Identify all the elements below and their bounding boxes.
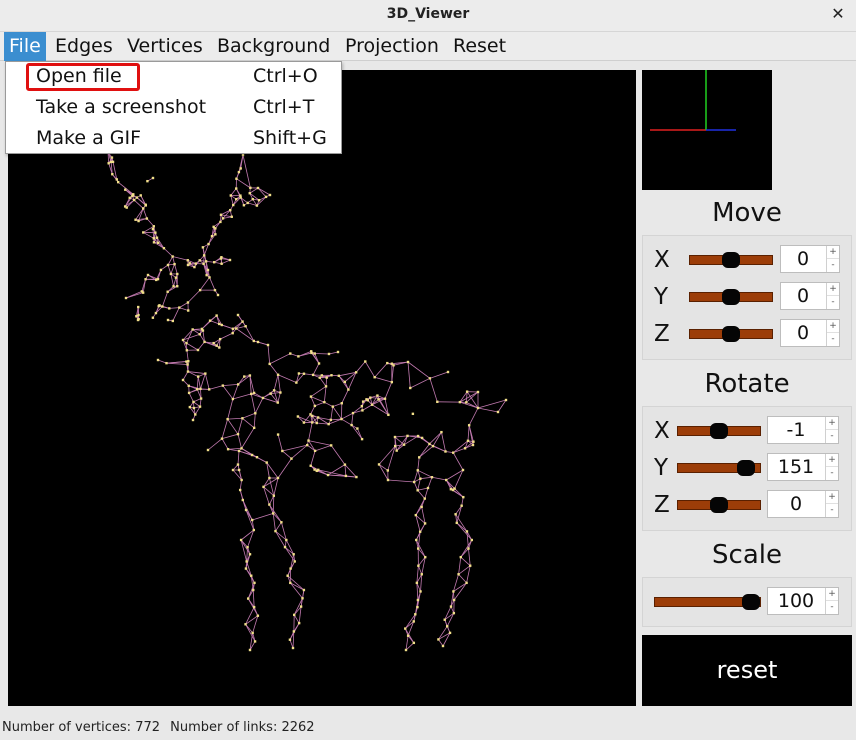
increment-icon[interactable]: + — [826, 417, 838, 430]
axis-label: X — [654, 247, 670, 273]
menu-item-label: Make a GIF — [36, 127, 142, 149]
mesh-edges — [107, 151, 507, 651]
spinbox-value: 151 — [777, 456, 815, 478]
menu-vertices[interactable]: Vertices — [122, 32, 208, 61]
reset-button[interactable]: reset — [642, 635, 852, 706]
spinbox-value: 0 — [796, 248, 810, 270]
rotate-z-slider[interactable] — [677, 497, 761, 513]
spinbox-value: 0 — [796, 322, 810, 344]
increment-icon[interactable]: + — [826, 588, 838, 601]
scale-title: Scale — [712, 540, 782, 570]
menu-reset[interactable]: Reset — [448, 32, 511, 61]
menu-projection[interactable]: Projection — [340, 32, 444, 61]
menu-item-open-file[interactable]: Open file Ctrl+O — [6, 62, 341, 93]
move-y-spinbox[interactable]: 0 + - — [780, 282, 840, 310]
increment-icon[interactable]: + — [827, 320, 839, 333]
move-y-slider[interactable] — [689, 289, 773, 305]
move-x-slider[interactable] — [689, 252, 773, 268]
link-count: Number of links: 2262 — [170, 720, 315, 735]
slider-handle[interactable] — [722, 252, 740, 268]
slider-handle[interactable] — [736, 460, 755, 476]
spinbox-value: 0 — [796, 285, 810, 307]
move-z-spinbox[interactable]: 0 + - — [780, 319, 840, 347]
spinbox-value: 100 — [777, 590, 815, 612]
close-icon[interactable]: ✕ — [828, 4, 848, 24]
menu-file[interactable]: File — [4, 32, 46, 61]
decrement-icon[interactable]: - — [826, 504, 838, 517]
axis-label: Y — [654, 284, 669, 310]
spinbox-value: -1 — [786, 419, 806, 441]
move-x-row: X 0 + - — [643, 245, 853, 275]
scale-row: 100 + - — [643, 587, 853, 617]
slider-handle[interactable] — [722, 289, 740, 305]
menu-bar: File Edges Vertices Background Projectio… — [0, 32, 856, 61]
increment-icon[interactable]: + — [826, 454, 838, 467]
menu-item-make-gif[interactable]: Make a GIF Shift+G — [6, 124, 341, 155]
decrement-icon[interactable]: - — [827, 333, 839, 346]
scale-group: 100 + - — [642, 577, 852, 627]
vertex-count: Number of vertices: 772 — [2, 720, 161, 735]
move-z-slider[interactable] — [689, 326, 773, 342]
decrement-icon[interactable]: - — [826, 467, 838, 480]
decrement-icon[interactable]: - — [827, 259, 839, 272]
rotate-group: X -1 + - Y 151 + - Z 0 + - — [642, 406, 852, 531]
axis-label: Y — [654, 455, 669, 481]
menu-background[interactable]: Background — [212, 32, 335, 61]
menu-edges[interactable]: Edges — [50, 32, 118, 61]
rotate-x-slider[interactable] — [677, 423, 761, 439]
slider-handle[interactable] — [722, 326, 740, 342]
status-bar: Number of vertices: 772 Number of links:… — [0, 716, 856, 740]
model-viewport[interactable] — [8, 70, 636, 706]
axis-label: Z — [654, 321, 670, 347]
decrement-icon[interactable]: - — [827, 296, 839, 309]
rotate-y-row: Y 151 + - — [643, 453, 853, 483]
scale-spinbox[interactable]: 100 + - — [767, 587, 839, 615]
rotate-x-spinbox[interactable]: -1 + - — [767, 416, 839, 444]
scale-slider[interactable] — [654, 594, 761, 610]
increment-icon[interactable]: + — [827, 283, 839, 296]
rotate-y-spinbox[interactable]: 151 + - — [767, 453, 839, 481]
deer-wireframe-model — [106, 150, 508, 652]
rotate-z-spinbox[interactable]: 0 + - — [767, 490, 839, 518]
move-y-row: Y 0 + - — [643, 282, 853, 312]
move-z-row: Z 0 + - — [643, 319, 853, 349]
increment-icon[interactable]: + — [826, 491, 838, 504]
spinbox-value: 0 — [789, 493, 803, 515]
slider-handle[interactable] — [742, 594, 760, 610]
menu-item-shortcut: Shift+G — [253, 127, 327, 149]
title-bar: 3D_Viewer ✕ — [0, 0, 856, 32]
decrement-icon[interactable]: - — [826, 430, 838, 443]
mesh-vertices — [106, 150, 508, 652]
window-title: 3D_Viewer — [386, 6, 470, 22]
decrement-icon[interactable]: - — [826, 601, 838, 614]
rotate-z-row: Z 0 + - — [643, 490, 853, 520]
menu-item-screenshot[interactable]: Take a screenshot Ctrl+T — [6, 93, 341, 124]
menu-item-shortcut: Ctrl+T — [253, 96, 315, 118]
axes-indicator — [642, 70, 772, 190]
slider-handle[interactable] — [710, 423, 728, 439]
rotate-title: Rotate — [704, 369, 790, 399]
move-group: X 0 + - Y 0 + - Z 0 + - — [642, 235, 852, 360]
increment-icon[interactable]: + — [827, 246, 839, 259]
rotate-y-slider[interactable] — [677, 460, 761, 476]
axis-label: X — [654, 418, 670, 444]
file-dropdown-menu: Open file Ctrl+O Take a screenshot Ctrl+… — [5, 61, 342, 154]
menu-item-label: Open file — [36, 65, 122, 87]
menu-item-label: Take a screenshot — [36, 96, 207, 118]
rotate-x-row: X -1 + - — [643, 416, 853, 446]
axis-label: Z — [654, 492, 670, 518]
move-title: Move — [712, 198, 782, 228]
slider-handle[interactable] — [710, 497, 728, 513]
menu-item-shortcut: Ctrl+O — [253, 65, 318, 87]
move-x-spinbox[interactable]: 0 + - — [780, 245, 840, 273]
